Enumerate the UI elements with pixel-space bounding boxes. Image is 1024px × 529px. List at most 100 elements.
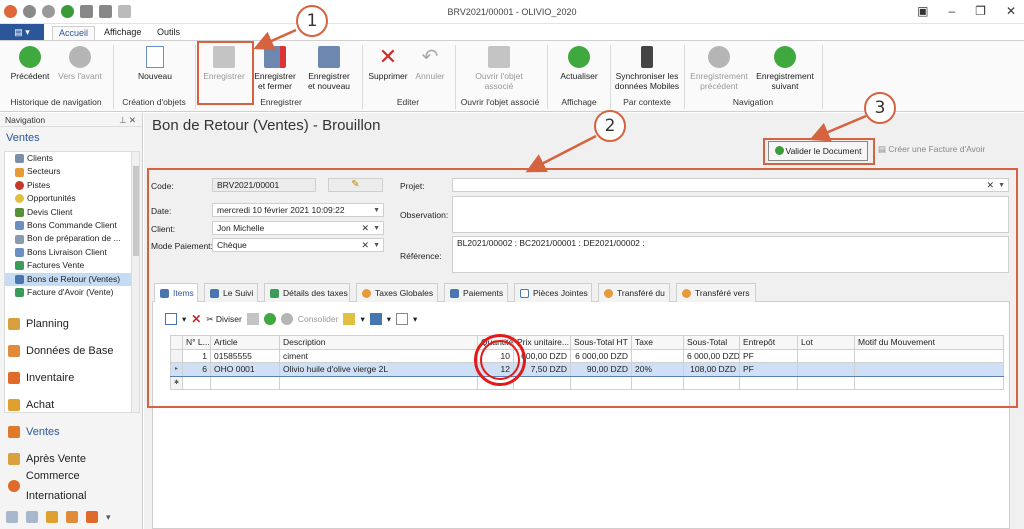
nav-group-commerce-international[interactable]: Commerce International xyxy=(8,470,142,502)
shortcut-icon[interactable] xyxy=(66,511,78,523)
table-cell[interactable] xyxy=(631,375,684,390)
add-circle-icon[interactable] xyxy=(263,313,276,325)
chevron-down-icon[interactable]: ▾ xyxy=(413,314,417,325)
table-cell[interactable]: 6 000,00 DZD xyxy=(570,348,632,363)
nav-group-inventaire[interactable]: Inventaire xyxy=(8,368,74,388)
nav-item-factures-vente[interactable]: Factures Vente xyxy=(5,259,139,272)
shortcut-icon[interactable] xyxy=(86,511,98,523)
copy-icon[interactable] xyxy=(246,313,259,325)
chevron-down-icon[interactable]: ▼ xyxy=(373,222,380,234)
table-cell[interactable]: 6 000,00 DZD xyxy=(683,348,740,363)
creer-facture-avoir-button[interactable]: ▤ Créer une Facture d'Avoir xyxy=(878,144,985,155)
vers-avant-button[interactable]: Vers l'avant xyxy=(57,46,103,81)
remove-circle-icon[interactable] xyxy=(280,313,293,325)
table-cell[interactable] xyxy=(854,362,1004,377)
column-header[interactable]: Sous-Total HT xyxy=(570,335,632,350)
tab-le-suivi[interactable]: Le Suivi xyxy=(204,283,258,302)
table-cell[interactable]: OHO 0001 xyxy=(210,362,280,377)
chevron-down-icon[interactable]: ▾ xyxy=(106,511,118,523)
tab-pieces-jointes[interactable]: Pièces Jointes xyxy=(514,283,592,302)
valider-document-button[interactable]: Valider le Document xyxy=(768,141,868,161)
column-header[interactable]: N° L... xyxy=(182,335,211,350)
nav-item-facture-avoir[interactable]: Facture d'Avoir (Vente) xyxy=(5,286,139,299)
tab-transfere-vers[interactable]: Transféré vers xyxy=(676,283,756,302)
new-row-icon[interactable] xyxy=(165,313,177,325)
column-header[interactable]: Entrepôt xyxy=(739,335,798,350)
nav-item-devis[interactable]: Devis Client xyxy=(5,206,139,219)
tab-affichage[interactable]: Affichage xyxy=(98,26,147,40)
column-header[interactable]: Motif du Mouvement xyxy=(854,335,1004,350)
nav-item-secteurs[interactable]: Secteurs xyxy=(5,165,139,178)
table-cell[interactable] xyxy=(854,375,1004,390)
table-cell[interactable] xyxy=(797,362,855,377)
precedent-button[interactable]: Précédent xyxy=(10,46,50,81)
chevron-down-icon[interactable]: ▼ xyxy=(373,204,380,216)
table-cell[interactable]: 7,50 DZD xyxy=(513,362,571,377)
observation-field[interactable] xyxy=(452,196,1009,233)
table-cell[interactable]: 600,00 DZD xyxy=(513,348,571,363)
tab-transfere-du[interactable]: Transféré du xyxy=(598,283,670,302)
tab-details-taxes[interactable]: Détails des taxes xyxy=(264,283,350,302)
table-cell[interactable] xyxy=(797,375,855,390)
table-cell[interactable]: 20% xyxy=(631,362,684,377)
quantity-cell[interactable]: 12 xyxy=(477,362,514,377)
shortcut-icon[interactable] xyxy=(6,511,18,523)
restore-icon[interactable]: ❐ xyxy=(975,4,986,18)
projet-field[interactable]: ✕ ▼ xyxy=(452,178,1009,192)
picture-icon[interactable] xyxy=(369,313,382,325)
edit-pencil-icon[interactable]: ✎ xyxy=(328,178,383,192)
column-header[interactable]: Description xyxy=(279,335,478,350)
chevron-down-icon[interactable]: ▼ xyxy=(373,239,380,251)
enregistrement-suivant-button[interactable]: Enregistrement suivant xyxy=(754,46,816,91)
diviser-button[interactable]: ✂ Diviser xyxy=(206,314,241,325)
nav-group-planning[interactable]: Planning xyxy=(8,314,69,334)
clear-icon[interactable]: ✕ xyxy=(361,239,369,251)
tab-accueil[interactable]: Accueil xyxy=(52,26,96,40)
nav-item-bons-commande[interactable]: Bons Commande Client xyxy=(5,219,139,232)
column-header[interactable]: Taxe xyxy=(631,335,684,350)
actualiser-button[interactable]: Actualiser xyxy=(556,46,602,81)
table-cell[interactable]: PF xyxy=(739,348,798,363)
supprimer-button[interactable]: ✕ Supprimer xyxy=(366,46,410,82)
quantity-cell[interactable]: 10 xyxy=(477,348,514,363)
nav-group-achat[interactable]: Achat xyxy=(8,395,54,415)
table-cell[interactable]: PF xyxy=(739,362,798,377)
layout-icon[interactable]: ▣ xyxy=(917,4,928,18)
nouveau-button[interactable]: Nouveau xyxy=(135,46,175,81)
ouvrir-objet-button[interactable]: Ouvrir l'objet associé xyxy=(466,46,532,91)
chevron-down-icon[interactable]: ▾ xyxy=(182,314,186,325)
code-field[interactable]: BRV2021/00001 xyxy=(212,178,316,192)
nav-item-bons-retour[interactable]: Bons de Retour (Ventes) xyxy=(5,272,139,286)
enregistrer-button[interactable]: Enregistrer xyxy=(199,46,249,81)
synchroniser-button[interactable]: Synchroniser les données Mobiles xyxy=(614,46,680,91)
table-cell[interactable]: 90,00 DZD xyxy=(570,362,632,377)
tab-taxes-globales[interactable]: Taxes Globales xyxy=(356,283,438,302)
column-header[interactable]: Quantité xyxy=(477,335,514,350)
client-field[interactable]: Jon Michelle ✕ ▼ xyxy=(212,221,384,235)
table-cell[interactable] xyxy=(797,348,855,363)
table-cell[interactable] xyxy=(182,375,211,390)
consolider-button[interactable]: Consolider xyxy=(298,314,339,324)
table-cell[interactable] xyxy=(739,375,798,390)
column-header[interactable]: Lot xyxy=(797,335,855,350)
close-icon[interactable]: ✕ xyxy=(1006,4,1016,18)
nav-item-bon-preparation[interactable]: Bon de préparation de ... xyxy=(5,232,139,245)
enregistrement-precedent-button[interactable]: Enregistrement précédent xyxy=(688,46,750,91)
nav-item-clients[interactable]: Clients xyxy=(5,152,139,165)
nav-item-bons-livraison[interactable]: Bons Livraison Client xyxy=(5,246,139,259)
nav-item-pistes[interactable]: Pistes xyxy=(5,179,139,192)
enregistrer-nouveau-button[interactable]: Enregistrer et nouveau xyxy=(302,46,356,91)
nav-group-donnees-base[interactable]: Données de Base xyxy=(8,341,113,361)
chevron-down-icon[interactable]: ▾ xyxy=(360,314,364,325)
column-header[interactable]: Sous-Total xyxy=(683,335,740,350)
chevron-down-icon[interactable]: ▾ xyxy=(387,314,391,325)
date-field[interactable]: mercredi 10 février 2021 10:09:22 ▼ xyxy=(212,203,384,217)
table-cell[interactable]: 1 xyxy=(182,348,211,363)
table-cell[interactable] xyxy=(683,375,740,390)
clear-icon[interactable]: ✕ xyxy=(986,179,994,191)
table-cell[interactable]: ciment xyxy=(279,348,478,363)
table-cell[interactable]: Olivio huile d'olive vierge 2L xyxy=(279,362,478,377)
mode-paiement-field[interactable]: Chèque ✕ ▼ xyxy=(212,238,384,252)
table-cell[interactable] xyxy=(513,375,571,390)
column-header[interactable]: Article xyxy=(210,335,280,350)
